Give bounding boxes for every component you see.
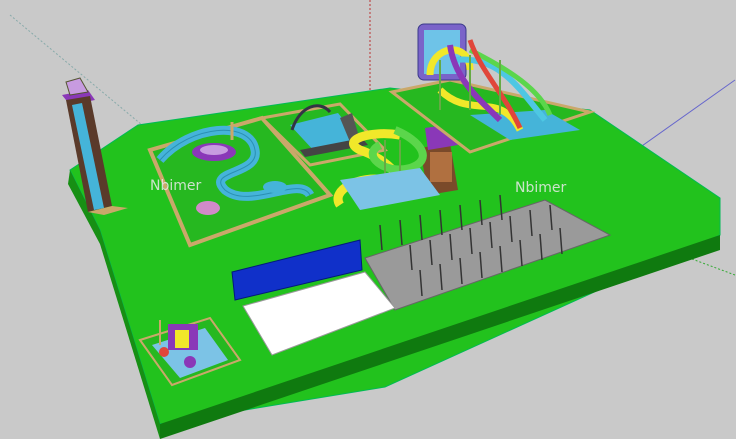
watermark-left: Nbimer	[150, 178, 202, 194]
waterpark-3d-model: Nbimer Nbimer	[9, 0, 736, 439]
watermark-right: Nbimer	[515, 180, 567, 196]
modeling-viewport[interactable]: Nbimer Nbimer	[0, 0, 736, 439]
